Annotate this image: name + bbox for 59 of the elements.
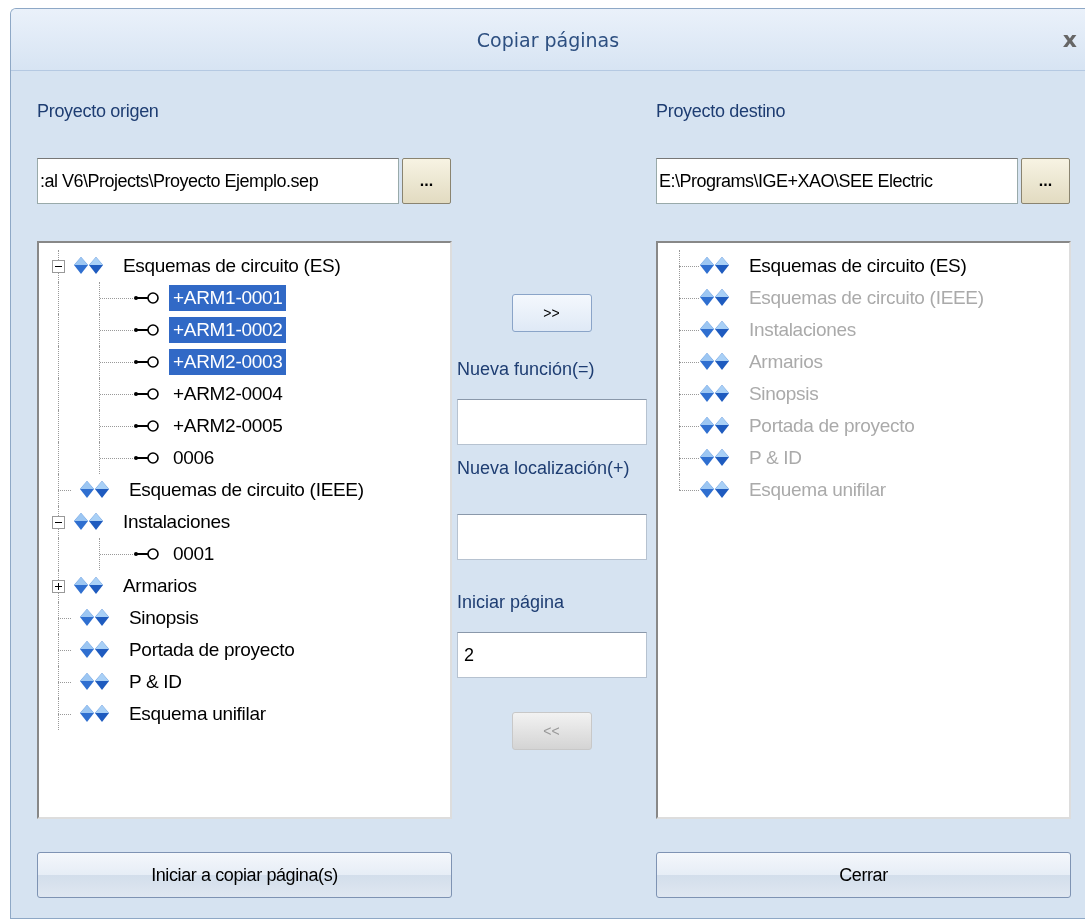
tree-item[interactable]: Esquemas de circuito (ES) xyxy=(119,253,345,279)
page-key-icon xyxy=(133,355,161,369)
new-location-field[interactable] xyxy=(457,514,647,560)
start-copy-button[interactable]: Iniciar a copiar página(s) xyxy=(37,852,452,898)
tree-item[interactable]: 0006 xyxy=(169,445,219,471)
tree-item[interactable]: +ARM1-0001 xyxy=(169,285,287,311)
tree-item[interactable]: 0001 xyxy=(169,541,219,567)
window-title: Copiar páginas xyxy=(476,28,620,51)
page-key-icon xyxy=(133,547,161,561)
close-dialog-button[interactable]: Cerrar xyxy=(656,852,1071,898)
folder-diamonds-icon xyxy=(79,672,111,692)
source-project-label: Proyecto origen xyxy=(37,101,160,123)
source-path-field[interactable]: :al V6\Projects\Proyecto Ejemplo.sep xyxy=(37,158,399,204)
tree-item[interactable]: +ARM2-0003 xyxy=(169,349,287,375)
tree-item[interactable]: Esquema unifilar xyxy=(125,701,270,727)
close-button[interactable]: x xyxy=(1058,27,1081,52)
folder-diamonds-icon xyxy=(699,288,731,308)
tree-item[interactable]: Armarios xyxy=(119,573,201,599)
tree-item[interactable]: Instalaciones xyxy=(119,509,234,535)
tree-item[interactable]: Portada de proyecto xyxy=(125,637,299,663)
collapse-icon[interactable] xyxy=(52,259,65,273)
browse-button[interactable]: ... xyxy=(1021,158,1070,204)
page-key-icon xyxy=(133,451,161,465)
new-location-label: Nueva localización(+) xyxy=(457,457,631,480)
folder-diamonds-icon xyxy=(73,256,105,276)
folder-diamonds-icon xyxy=(79,608,111,628)
tree-item[interactable]: P & ID xyxy=(125,669,186,695)
tree-item[interactable]: +ARM2-0004 xyxy=(169,381,287,407)
folder-diamonds-icon xyxy=(699,480,731,500)
folder-diamonds-icon xyxy=(699,320,731,340)
destination-path-field[interactable]: E:\Programs\IGE+XAO\SEE Electric xyxy=(656,158,1018,204)
destination-project-label: Proyecto destino xyxy=(656,101,787,123)
tree-item[interactable]: Sinopsis xyxy=(125,605,203,631)
start-page-label: Iniciar página xyxy=(457,592,566,614)
expand-icon[interactable] xyxy=(52,579,65,593)
folder-diamonds-icon xyxy=(79,704,111,724)
start-page-field[interactable]: 2 xyxy=(457,632,647,678)
tree-item[interactable]: +ARM2-0005 xyxy=(169,413,287,439)
tree-item[interactable]: +ARM1-0002 xyxy=(169,317,287,343)
page-key-icon xyxy=(133,323,161,337)
collapse-icon[interactable] xyxy=(52,515,65,529)
folder-diamonds-icon xyxy=(699,384,731,404)
copy-right-button[interactable]: >> xyxy=(511,294,592,332)
folder-diamonds-icon xyxy=(699,352,731,372)
folder-diamonds-icon xyxy=(699,448,731,468)
page-key-icon xyxy=(133,291,161,305)
folder-diamonds-icon xyxy=(73,512,105,532)
tree-item[interactable]: Esquemas de circuito (IEEE) xyxy=(125,477,368,503)
folder-diamonds-icon xyxy=(699,256,731,276)
folder-diamonds-icon xyxy=(79,640,111,660)
new-function-label: Nueva función(=) xyxy=(457,359,596,381)
tree-item[interactable]: Esquemas de circuito (ES) xyxy=(745,253,971,279)
folder-diamonds-icon xyxy=(79,480,111,500)
page-key-icon xyxy=(133,387,161,401)
new-function-field[interactable] xyxy=(457,399,647,445)
folder-diamonds-icon xyxy=(73,576,105,596)
browse-button[interactable]: ... xyxy=(402,158,451,204)
folder-diamonds-icon xyxy=(699,416,731,436)
page-key-icon xyxy=(133,419,161,433)
